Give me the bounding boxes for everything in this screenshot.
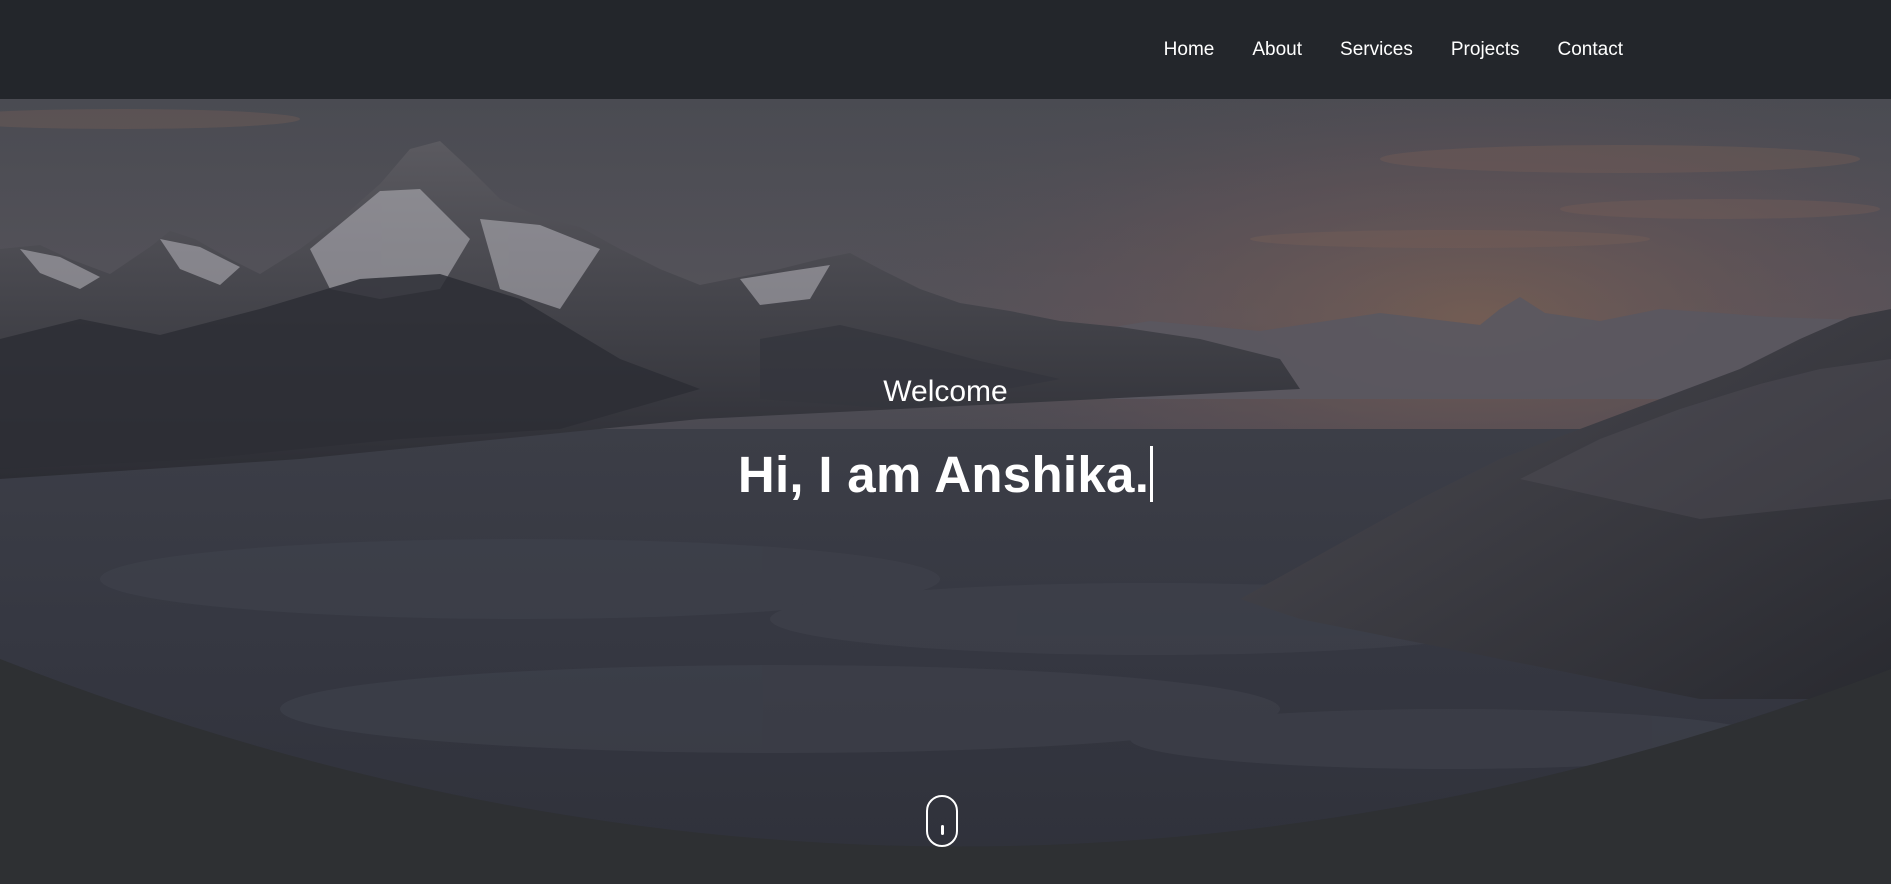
- nav-link-contact[interactable]: Contact: [1558, 39, 1623, 60]
- mouse-scroll-icon[interactable]: [926, 795, 958, 847]
- nav-item-services: Services: [1340, 39, 1413, 61]
- nav-item-contact: Contact: [1558, 39, 1623, 61]
- nav-item-projects: Projects: [1451, 39, 1520, 61]
- nav-link-about[interactable]: About: [1252, 39, 1302, 60]
- nav-link-projects[interactable]: Projects: [1451, 39, 1520, 60]
- hero-headline: Hi, I am Anshika.: [0, 445, 1891, 504]
- nav-link-home[interactable]: Home: [1164, 39, 1215, 60]
- typing-cursor: [1150, 446, 1154, 502]
- mouse-wheel-indicator: [941, 825, 944, 835]
- welcome-text: Welcome: [883, 375, 1008, 408]
- page: Home About Services Projects Contact Wel…: [0, 0, 1891, 884]
- nav-item-about: About: [1252, 39, 1302, 61]
- nav-item-home: Home: [1164, 39, 1215, 61]
- nav-link-services[interactable]: Services: [1340, 39, 1413, 60]
- hero-section: Welcome Hi, I am Anshika.: [0, 99, 1891, 884]
- nav-links: Home About Services Projects Contact: [1164, 0, 1623, 99]
- headline-text: Hi, I am Anshika.: [737, 446, 1150, 503]
- navbar: Home About Services Projects Contact: [0, 0, 1891, 99]
